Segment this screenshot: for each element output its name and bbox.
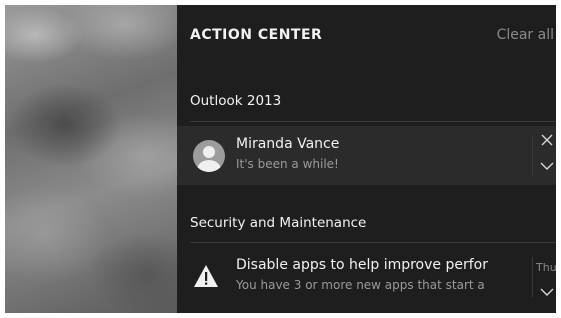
notification-title: Disable apps to help improve perfor [236,257,488,273]
group-title-security[interactable]: Security and Maintenance [190,215,366,231]
separator [532,257,533,297]
notification-body: It's been a while! [236,157,339,171]
notification-security[interactable]: Disable apps to help improve perfor You … [177,247,556,306]
chevron-down-icon[interactable] [540,161,554,171]
group-title-outlook[interactable]: Outlook 2013 [190,93,281,109]
avatar-icon [193,140,225,172]
notification-title: Miranda Vance [236,136,340,152]
chevron-down-icon[interactable] [540,287,554,297]
separator [532,136,533,176]
desktop-wallpaper [5,5,177,313]
divider [190,242,556,243]
close-icon[interactable] [540,133,554,147]
clear-all-button[interactable]: Clear all [497,27,554,43]
notification-body: You have 3 or more new apps that start a [236,278,485,292]
screen: ACTION CENTER Clear all Outlook 2013 Mir… [5,5,556,313]
divider [190,121,556,122]
warning-icon [194,265,218,287]
action-center-title: ACTION CENTER [190,27,323,43]
notification-time: Thu [536,261,556,274]
notification-outlook[interactable]: Miranda Vance It's been a while! [177,126,556,185]
action-center-panel: ACTION CENTER Clear all Outlook 2013 Mir… [177,5,556,313]
